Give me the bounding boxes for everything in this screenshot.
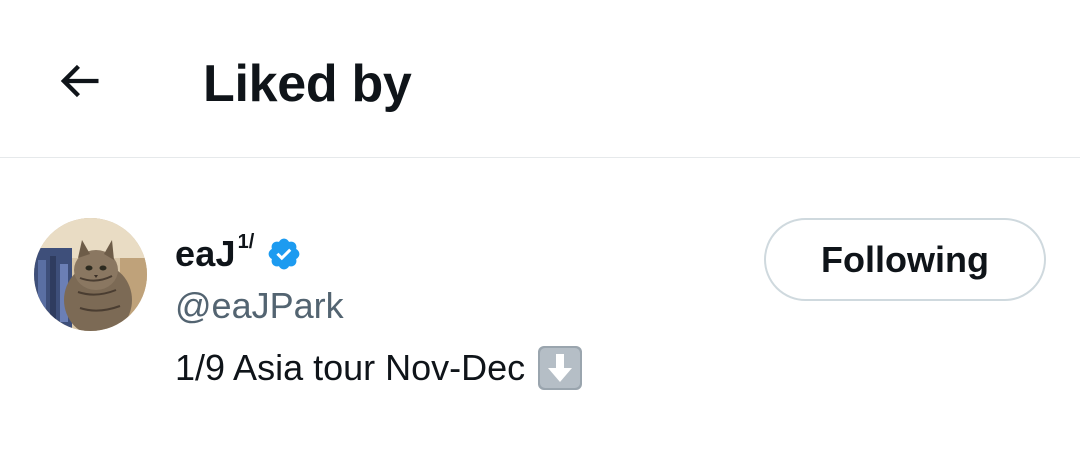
cat-avatar-image	[34, 218, 147, 331]
display-name-superscript: 1/	[237, 230, 255, 253]
user-bio: 1/9 Asia tour Nov-Dec	[175, 344, 583, 392]
verified-badge-icon[interactable]	[266, 236, 302, 272]
display-name[interactable]: eaJ	[175, 232, 236, 276]
avatar[interactable]	[34, 218, 147, 331]
back-button[interactable]	[44, 46, 114, 116]
following-button[interactable]: Following	[764, 218, 1046, 301]
top-bar: Liked by	[0, 0, 1080, 158]
bio-text: 1/9 Asia tour Nov-Dec	[175, 347, 526, 388]
arrow-left-icon	[60, 64, 99, 98]
down-arrow-emoji-icon	[538, 346, 583, 390]
display-name-line[interactable]: eaJ 1/	[175, 230, 302, 276]
page-title: Liked by	[203, 55, 412, 113]
user-list-item[interactable]: eaJ 1/ @eaJPark 1/9 Asia tour Nov-Dec Fo…	[0, 158, 1080, 450]
user-handle: @eaJPark	[175, 285, 344, 326]
